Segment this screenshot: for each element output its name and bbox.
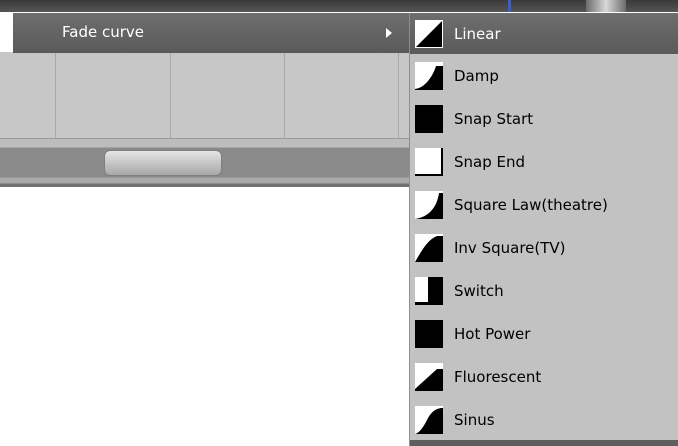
snap-start-curve-icon (415, 104, 443, 133)
menu-item-switch[interactable]: Switch (410, 270, 678, 311)
menu-item-label: Inv Square(TV) (454, 238, 566, 257)
submenu-bottom-border (410, 440, 678, 446)
scrollbar-thumb[interactable] (104, 150, 222, 176)
snap-end-curve-icon (415, 147, 443, 176)
menu-item-label: Fade curve (62, 23, 144, 41)
menu-item-label: Snap End (454, 152, 526, 171)
inv-square-curve-icon (415, 233, 443, 262)
menu-item-fade-curve[interactable]: Fade curve (13, 13, 410, 53)
menu-item-snap-end[interactable]: Snap End (410, 141, 678, 182)
fader-knob[interactable] (586, 0, 626, 12)
sinus-curve-icon (415, 405, 443, 434)
linear-curve-icon (415, 19, 443, 48)
grid-divider (398, 52, 399, 138)
menu-item-label: Fluorescent (454, 367, 542, 386)
menu-item-linear[interactable]: Linear (410, 13, 678, 54)
fluorescent-curve-icon (415, 362, 443, 391)
square-law-curve-icon (415, 190, 443, 219)
menu-item-snap-start[interactable]: Snap Start (410, 98, 678, 139)
menu-item-damp[interactable]: Damp (410, 55, 678, 96)
app-top-strip (0, 0, 678, 12)
grid-divider (284, 52, 285, 138)
menu-item-inv-square[interactable]: Inv Square(TV) (410, 227, 678, 268)
menu-item-label: Switch (454, 281, 504, 300)
menu-item-label: Hot Power (454, 324, 531, 343)
menu-item-square-law[interactable]: Square Law(theatre) (410, 184, 678, 225)
switch-curve-icon (415, 276, 443, 305)
menu-item-label: Square Law(theatre) (454, 195, 608, 214)
menu-item-sinus[interactable]: Sinus (410, 399, 678, 440)
menu-item-label: Damp (454, 66, 499, 85)
submenu-arrow-icon (386, 28, 392, 38)
timeline-grid (0, 52, 410, 139)
grid-divider (55, 52, 56, 138)
menu-item-label: Linear (454, 24, 501, 43)
hot-power-curve-icon (415, 319, 443, 348)
menu-item-fluorescent[interactable]: Fluorescent (410, 356, 678, 397)
menu-item-label: Sinus (454, 410, 495, 429)
blue-marker (508, 0, 511, 12)
menu-item-label: Snap Start (454, 109, 534, 128)
damp-curve-icon (415, 61, 443, 90)
menu-item-hot-power[interactable]: Hot Power (410, 313, 678, 354)
grid-divider (170, 52, 171, 138)
fade-curve-submenu: Linear Damp Snap Start Snap End Square L… (409, 13, 678, 446)
